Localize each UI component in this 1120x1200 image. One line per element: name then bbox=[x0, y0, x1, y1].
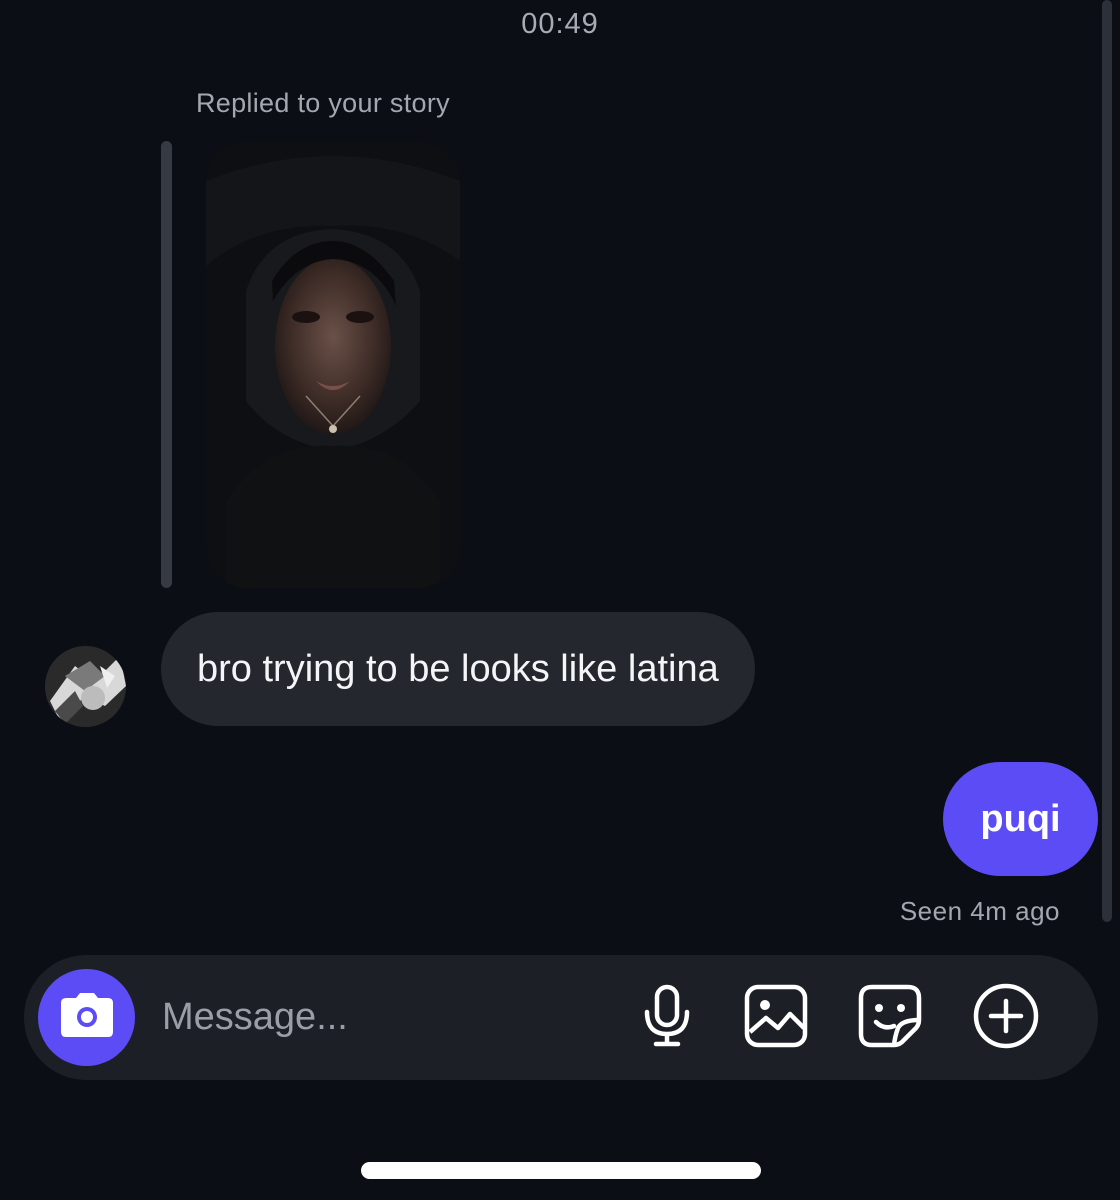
more-options-button[interactable] bbox=[972, 983, 1040, 1054]
reply-quote-bar bbox=[161, 141, 172, 588]
incoming-message-bubble[interactable]: bro trying to be looks like latina bbox=[161, 612, 755, 726]
message-composer bbox=[24, 955, 1098, 1080]
sticker-button[interactable] bbox=[856, 984, 924, 1052]
scrollbar[interactable] bbox=[1102, 0, 1112, 922]
microphone-button[interactable] bbox=[633, 984, 701, 1052]
message-timestamp: 00:49 bbox=[521, 8, 599, 40]
gallery-button[interactable] bbox=[742, 984, 810, 1052]
message-input[interactable] bbox=[162, 987, 602, 1047]
camera-icon bbox=[60, 992, 114, 1043]
outgoing-message-bubble[interactable]: puqi bbox=[943, 762, 1098, 876]
home-indicator[interactable] bbox=[361, 1162, 761, 1179]
gallery-icon bbox=[744, 984, 808, 1053]
story-thumbnail[interactable] bbox=[206, 141, 460, 588]
plus-icon bbox=[973, 983, 1039, 1054]
seen-receipt: Seen 4m ago bbox=[899, 896, 1060, 926]
microphone-icon bbox=[640, 984, 694, 1053]
sticker-icon bbox=[858, 984, 922, 1053]
story-reply-label: Replied to your story bbox=[196, 88, 450, 118]
chat-screen: 00:49 Replied to your story bro trying t… bbox=[0, 0, 1120, 1200]
camera-button[interactable] bbox=[38, 969, 135, 1066]
sender-avatar[interactable] bbox=[45, 646, 126, 727]
